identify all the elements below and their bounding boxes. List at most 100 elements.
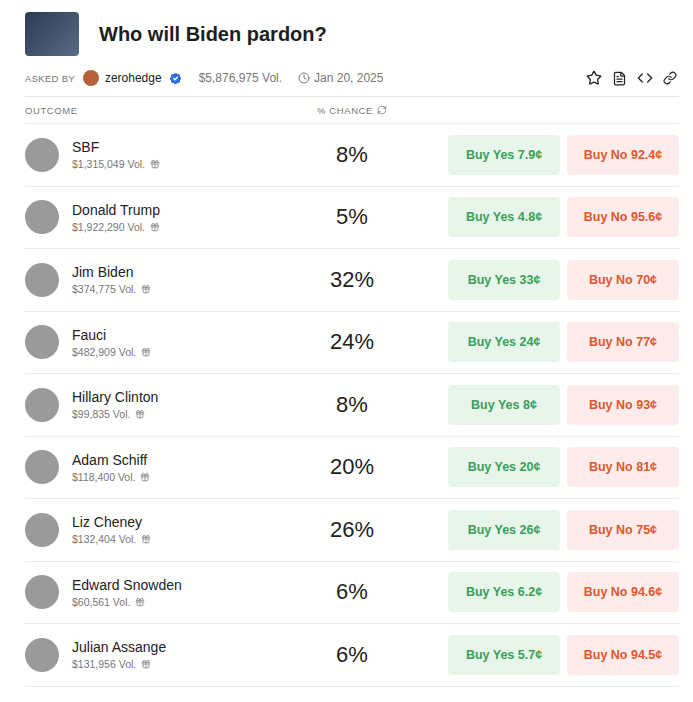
outcome-chance: 32% [302, 267, 402, 293]
outcome-volume: $374,775 Vol. [72, 283, 151, 295]
outcome-avatar [25, 638, 59, 672]
outcome-row: SBF$1,315,049 Vol.8%Buy Yes 7.9¢Buy No 9… [25, 124, 679, 187]
outcome-info: Donald Trump $1,922,290 Vol. [25, 200, 302, 234]
buy-no-button[interactable]: Buy No 95.6¢ [567, 197, 679, 237]
buy-yes-button[interactable]: Buy Yes 5.7¢ [448, 635, 560, 675]
buy-no-button[interactable]: Buy No 70¢ [567, 260, 679, 300]
buy-yes-button[interactable]: Buy Yes 20¢ [448, 447, 560, 487]
link-icon[interactable] [663, 71, 677, 85]
outcome-buttons: Buy Yes 6.2¢Buy No 94.6¢ [402, 572, 679, 612]
outcome-name[interactable]: Edward Snowden [72, 577, 182, 593]
outcome-avatar [25, 325, 59, 359]
chance-column-header: % CHANCE [302, 105, 402, 116]
buy-yes-button[interactable]: Buy Yes 24¢ [448, 322, 560, 362]
outcome-avatar [25, 138, 59, 172]
code-icon[interactable] [637, 70, 653, 86]
buy-no-button[interactable]: Buy No 81¢ [567, 447, 679, 487]
star-icon[interactable] [586, 70, 602, 86]
outcome-chance: 6% [302, 642, 402, 668]
outcome-row: Edward Snowden$60,561 Vol.6%Buy Yes 6.2¢… [25, 562, 679, 625]
outcome-row: Jim Biden$374,775 Vol.32%Buy Yes 33¢Buy … [25, 249, 679, 312]
author-avatar[interactable] [83, 70, 99, 86]
outcome-volume: $118,400 Vol. [72, 471, 150, 483]
outcome-buttons: Buy Yes 7.9¢Buy No 92.4¢ [402, 135, 679, 175]
gift-icon [150, 159, 160, 169]
outcome-name[interactable]: Hillary Clinton [72, 389, 158, 405]
outcome-buttons: Buy Yes 20¢Buy No 81¢ [402, 447, 679, 487]
outcome-chance: 24% [302, 329, 402, 355]
verified-icon [168, 71, 183, 86]
outcome-chance: 26% [302, 517, 402, 543]
buy-no-button[interactable]: Buy No 75¢ [567, 510, 679, 550]
market-tools [586, 70, 679, 86]
outcome-name[interactable]: Jim Biden [72, 264, 151, 280]
outcome-buttons: Buy Yes 8¢Buy No 93¢ [402, 385, 679, 425]
buy-yes-button[interactable]: Buy Yes 6.2¢ [448, 572, 560, 612]
author-name[interactable]: zerohedge [105, 71, 162, 85]
market-header: Who will Biden pardon? [25, 12, 679, 56]
gift-icon [135, 409, 145, 419]
document-icon[interactable] [612, 71, 627, 86]
outcome-volume: $60,561 Vol. [72, 596, 182, 608]
buy-no-button[interactable]: Buy No 94.6¢ [567, 572, 679, 612]
gift-icon [140, 472, 150, 482]
outcome-buttons: Buy Yes 5.7¢Buy No 94.5¢ [402, 635, 679, 675]
outcome-chance: 20% [302, 454, 402, 480]
outcome-row: Fauci$482,909 Vol.24%Buy Yes 24¢Buy No 7… [25, 312, 679, 375]
outcome-info: Hillary Clinton $99,835 Vol. [25, 388, 302, 422]
gift-icon [135, 597, 145, 607]
asked-by-label: ASKED BY [25, 73, 75, 84]
outcome-name[interactable]: Julian Assange [72, 639, 166, 655]
outcome-info: SBF $1,315,049 Vol. [25, 138, 302, 172]
outcome-chance: 5% [302, 204, 402, 230]
market-volume: $5,876,975 Vol. [199, 71, 282, 85]
outcome-chance: 8% [302, 392, 402, 418]
outcome-avatar [25, 388, 59, 422]
outcome-column-header: OUTCOME [25, 105, 302, 116]
market-meta: ASKED BY zerohedge $5,876,975 Vol. Jan 20, … [25, 70, 383, 86]
outcome-info: Jim Biden $374,775 Vol. [25, 263, 302, 297]
outcome-info: Julian Assange$131,956 Vol. [25, 638, 302, 672]
outcome-name[interactable]: SBF [72, 139, 160, 155]
gift-icon [141, 347, 151, 357]
buy-yes-button[interactable]: Buy Yes 4.8¢ [448, 197, 560, 237]
buy-yes-button[interactable]: Buy Yes 26¢ [448, 510, 560, 550]
outcome-row: Liz Cheney$132,404 Vol.26%Buy Yes 26¢Buy… [25, 499, 679, 562]
outcome-avatar [25, 575, 59, 609]
buy-yes-button[interactable]: Buy Yes 7.9¢ [448, 135, 560, 175]
buy-yes-button[interactable]: Buy Yes 33¢ [448, 260, 560, 300]
outcome-volume: $482,909 Vol. [72, 346, 151, 358]
outcome-info: Liz Cheney $132,404 Vol. [25, 513, 302, 547]
buy-no-button[interactable]: Buy No 77¢ [567, 322, 679, 362]
outcome-volume: $132,404 Vol. [72, 533, 151, 545]
outcome-buttons: Buy Yes 26¢Buy No 75¢ [402, 510, 679, 550]
outcome-buttons: Buy Yes 33¢Buy No 70¢ [402, 260, 679, 300]
outcome-row: Donald Trump $1,922,290 Vol. 5% Buy Yes 4.8… [25, 187, 679, 250]
gift-icon [141, 284, 151, 294]
outcome-row: Adam Schiff$118,400 Vol.20%Buy Yes 20¢Bu… [25, 437, 679, 500]
market-title: Who will Biden pardon? [99, 23, 327, 46]
gift-icon [150, 222, 160, 232]
outcome-name[interactable]: Adam Schiff [72, 452, 150, 468]
outcome-chance: 6% [302, 579, 402, 605]
outcome-info: Edward Snowden $60,561 Vol. [25, 575, 302, 609]
buy-no-button[interactable]: Buy No 93¢ [567, 385, 679, 425]
outcome-volume: $1,315,049 Vol. [72, 158, 160, 170]
outcome-avatar [25, 200, 59, 234]
outcome-volume: $99,835 Vol. [72, 408, 158, 420]
outcome-name[interactable]: Fauci [72, 327, 151, 343]
market-page: Who will Biden pardon? ASKED BY zerohedge $… [0, 0, 693, 702]
market-meta-bar: ASKED BY zerohedge $5,876,975 Vol. Jan 20, … [25, 70, 679, 97]
outcome-name[interactable]: Donald Trump [72, 202, 160, 218]
buy-no-button[interactable]: Buy No 94.5¢ [567, 635, 679, 675]
gift-icon [141, 659, 151, 669]
refresh-icon[interactable] [377, 105, 387, 115]
buy-yes-button[interactable]: Buy Yes 8¢ [448, 385, 560, 425]
gift-icon [141, 534, 151, 544]
outcome-volume: $1,922,290 Vol. [72, 221, 160, 233]
buy-no-button[interactable]: Buy No 92.4¢ [567, 135, 679, 175]
outcome-buttons: Buy Yes 24¢Buy No 77¢ [402, 322, 679, 362]
outcome-name[interactable]: Liz Cheney [72, 514, 151, 530]
outcome-avatar [25, 450, 59, 484]
market-end-date: Jan 20, 2025 [298, 71, 383, 85]
